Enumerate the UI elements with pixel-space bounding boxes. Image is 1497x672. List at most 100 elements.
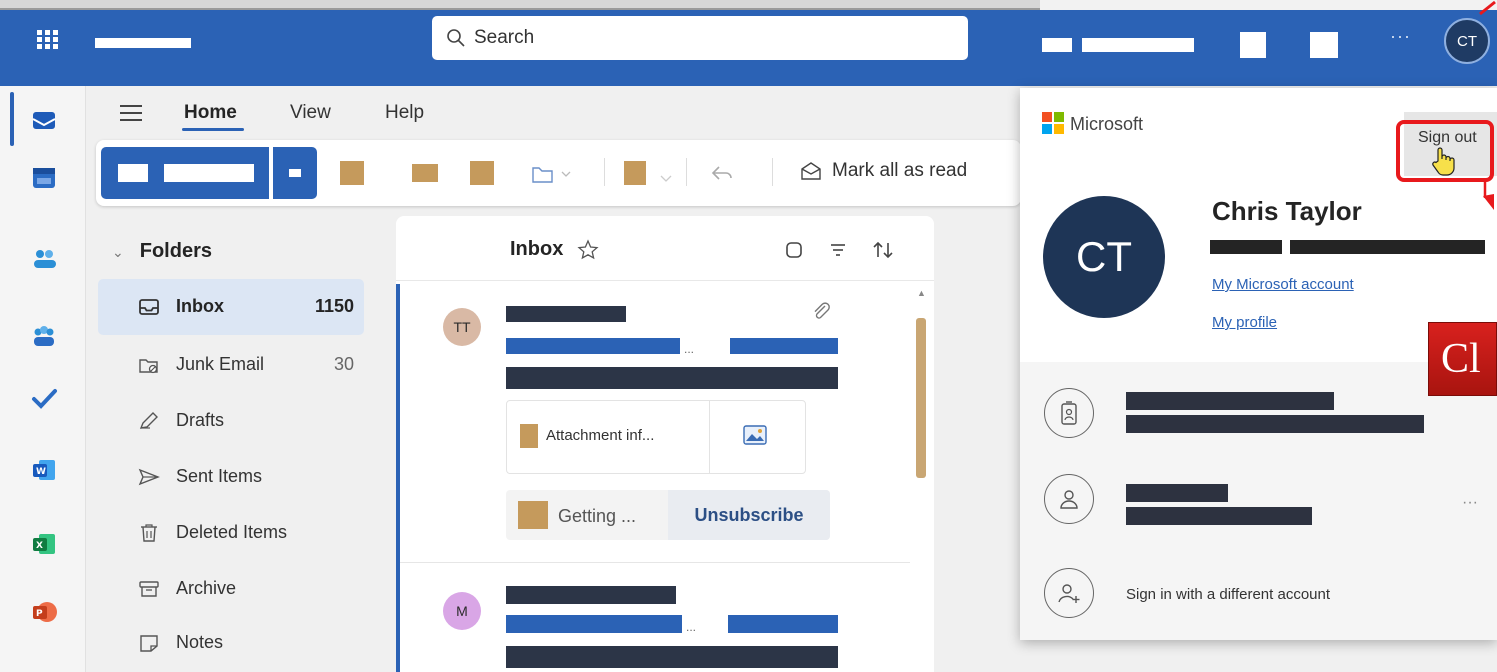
subject-redacted: [728, 615, 838, 633]
svg-text:W: W: [36, 467, 46, 477]
unsubscribe-button[interactable]: Unsubscribe: [668, 490, 830, 540]
active-app-indicator: [10, 92, 14, 146]
todo-app-icon[interactable]: [30, 384, 58, 412]
new-mail-label-redacted: [164, 164, 254, 182]
move-to-folder-icon[interactable]: [530, 162, 572, 191]
select-mode-icon[interactable]: [784, 240, 804, 260]
divider: [396, 280, 934, 281]
folder-deleted-items[interactable]: Deleted Items: [138, 522, 354, 543]
chip-icon-redacted: [518, 501, 548, 529]
preview-chip-label: Getting ...: [558, 506, 637, 526]
person-icon: [1044, 474, 1094, 524]
folders-header[interactable]: ⌄ Folders: [112, 240, 212, 263]
tab-home[interactable]: Home: [184, 102, 237, 124]
toolbar-button-redacted[interactable]: [1240, 32, 1266, 58]
account-avatar-button[interactable]: CT: [1444, 18, 1490, 64]
hamburger-menu-icon[interactable]: [118, 100, 144, 131]
account-email-redacted: [1290, 240, 1485, 254]
mail-open-icon: [801, 162, 821, 180]
junk-icon: [139, 358, 158, 373]
annotation-arrow: [1482, 176, 1497, 217]
mark-all-as-read-button[interactable]: Mark all as read: [800, 160, 967, 182]
folder-junk-email[interactable]: Junk Email 30: [138, 354, 354, 375]
image-icon[interactable]: [742, 424, 768, 451]
truncation-ellipsis: ...: [684, 342, 695, 356]
ribbon-action-redacted[interactable]: [412, 164, 438, 182]
subject-redacted: [506, 338, 680, 354]
favorite-star-icon[interactable]: [577, 238, 599, 261]
sign-in-different-account-label: Sign in with a different account: [1126, 586, 1331, 603]
drafts-icon: [139, 411, 158, 429]
calendar-app-icon[interactable]: [30, 164, 58, 192]
truncation-ellipsis: ...: [686, 620, 697, 634]
undo-icon[interactable]: [710, 163, 734, 188]
ribbon-action-redacted[interactable]: [470, 161, 494, 185]
account-more-options-icon[interactable]: ···: [1462, 494, 1478, 512]
sort-icon[interactable]: [872, 240, 894, 260]
scrollbar-thumb[interactable]: [916, 318, 926, 478]
tab-help[interactable]: Help: [385, 102, 424, 124]
archive-icon: [139, 580, 159, 597]
chevron-down-icon: ⌄: [112, 244, 124, 260]
notes-icon: [140, 634, 158, 652]
folder-sent-items[interactable]: Sent Items: [138, 466, 354, 487]
message-list-tools: [784, 240, 894, 260]
excel-app-icon[interactable]: X: [30, 530, 58, 558]
add-person-icon: [1044, 568, 1094, 618]
app-launcher-icon[interactable]: [30, 22, 66, 58]
filter-icon[interactable]: [828, 240, 848, 260]
attachment-paperclip-icon: [810, 300, 832, 327]
svg-text:X: X: [36, 541, 43, 551]
message-list-title-label: Inbox: [510, 238, 564, 260]
scroll-up-icon[interactable]: ▲: [917, 288, 926, 298]
search-icon: [447, 29, 465, 47]
folder-inbox[interactable]: Inbox 1150: [138, 296, 354, 317]
word-app-icon[interactable]: W: [30, 456, 58, 484]
dropdown-chevron-icon[interactable]: [660, 170, 672, 188]
account-email-redacted: [1210, 240, 1282, 254]
toolbar-button-redacted[interactable]: [1310, 32, 1338, 58]
microsoft-label: Microsoft: [1070, 114, 1144, 134]
folder-notes[interactable]: Notes: [138, 632, 354, 653]
groups-app-icon[interactable]: [30, 322, 58, 350]
folder-label: Notes: [176, 632, 224, 652]
folder-label: Archive: [176, 578, 237, 598]
account-avatar: CT: [1043, 196, 1165, 318]
people-app-icon[interactable]: [30, 244, 58, 272]
unread-count: 1150: [314, 296, 354, 316]
powerpoint-app-icon[interactable]: P: [30, 598, 58, 626]
account-name-redacted: [1126, 392, 1334, 410]
message-list-title: Inbox: [510, 238, 599, 261]
chevron-down-icon: [289, 169, 301, 177]
ribbon-action-redacted[interactable]: [624, 161, 646, 185]
attachment-name: Attachment inf...: [546, 427, 655, 444]
inbox-icon: [139, 298, 159, 315]
trash-icon: [141, 523, 157, 542]
mark-all-as-read-label: Mark all as read: [832, 160, 968, 181]
folder-label: Deleted Items: [176, 522, 288, 542]
mail-app-icon[interactable]: [30, 106, 58, 134]
account-name-redacted: [1126, 484, 1228, 502]
toolbar-button-redacted[interactable]: [1082, 38, 1194, 52]
my-profile-link[interactable]: My profile: [1212, 314, 1277, 331]
sender-redacted: [506, 306, 626, 322]
folder-archive[interactable]: Archive: [138, 578, 354, 599]
folder-label: Drafts: [176, 410, 225, 430]
divider: [709, 401, 710, 473]
sender-redacted: [506, 586, 676, 604]
microsoft-logo-icon: [1042, 112, 1064, 134]
folder-label: Inbox: [176, 296, 224, 316]
new-mail-icon-redacted: [118, 164, 148, 182]
folder-drafts[interactable]: Drafts: [138, 410, 354, 431]
subject-redacted: [730, 338, 838, 354]
sent-icon: [138, 468, 160, 485]
my-microsoft-account-link[interactable]: My Microsoft account: [1212, 276, 1354, 293]
svg-text:P: P: [36, 609, 43, 619]
tab-view[interactable]: View: [290, 102, 331, 124]
search-input[interactable]: Search: [432, 16, 968, 60]
ribbon-divider: [686, 158, 687, 186]
ribbon-action-redacted[interactable]: [340, 161, 364, 185]
file-icon-redacted: [520, 424, 538, 448]
toolbar-button-redacted[interactable]: [1042, 38, 1072, 52]
more-options-icon[interactable]: ···: [1390, 26, 1411, 47]
